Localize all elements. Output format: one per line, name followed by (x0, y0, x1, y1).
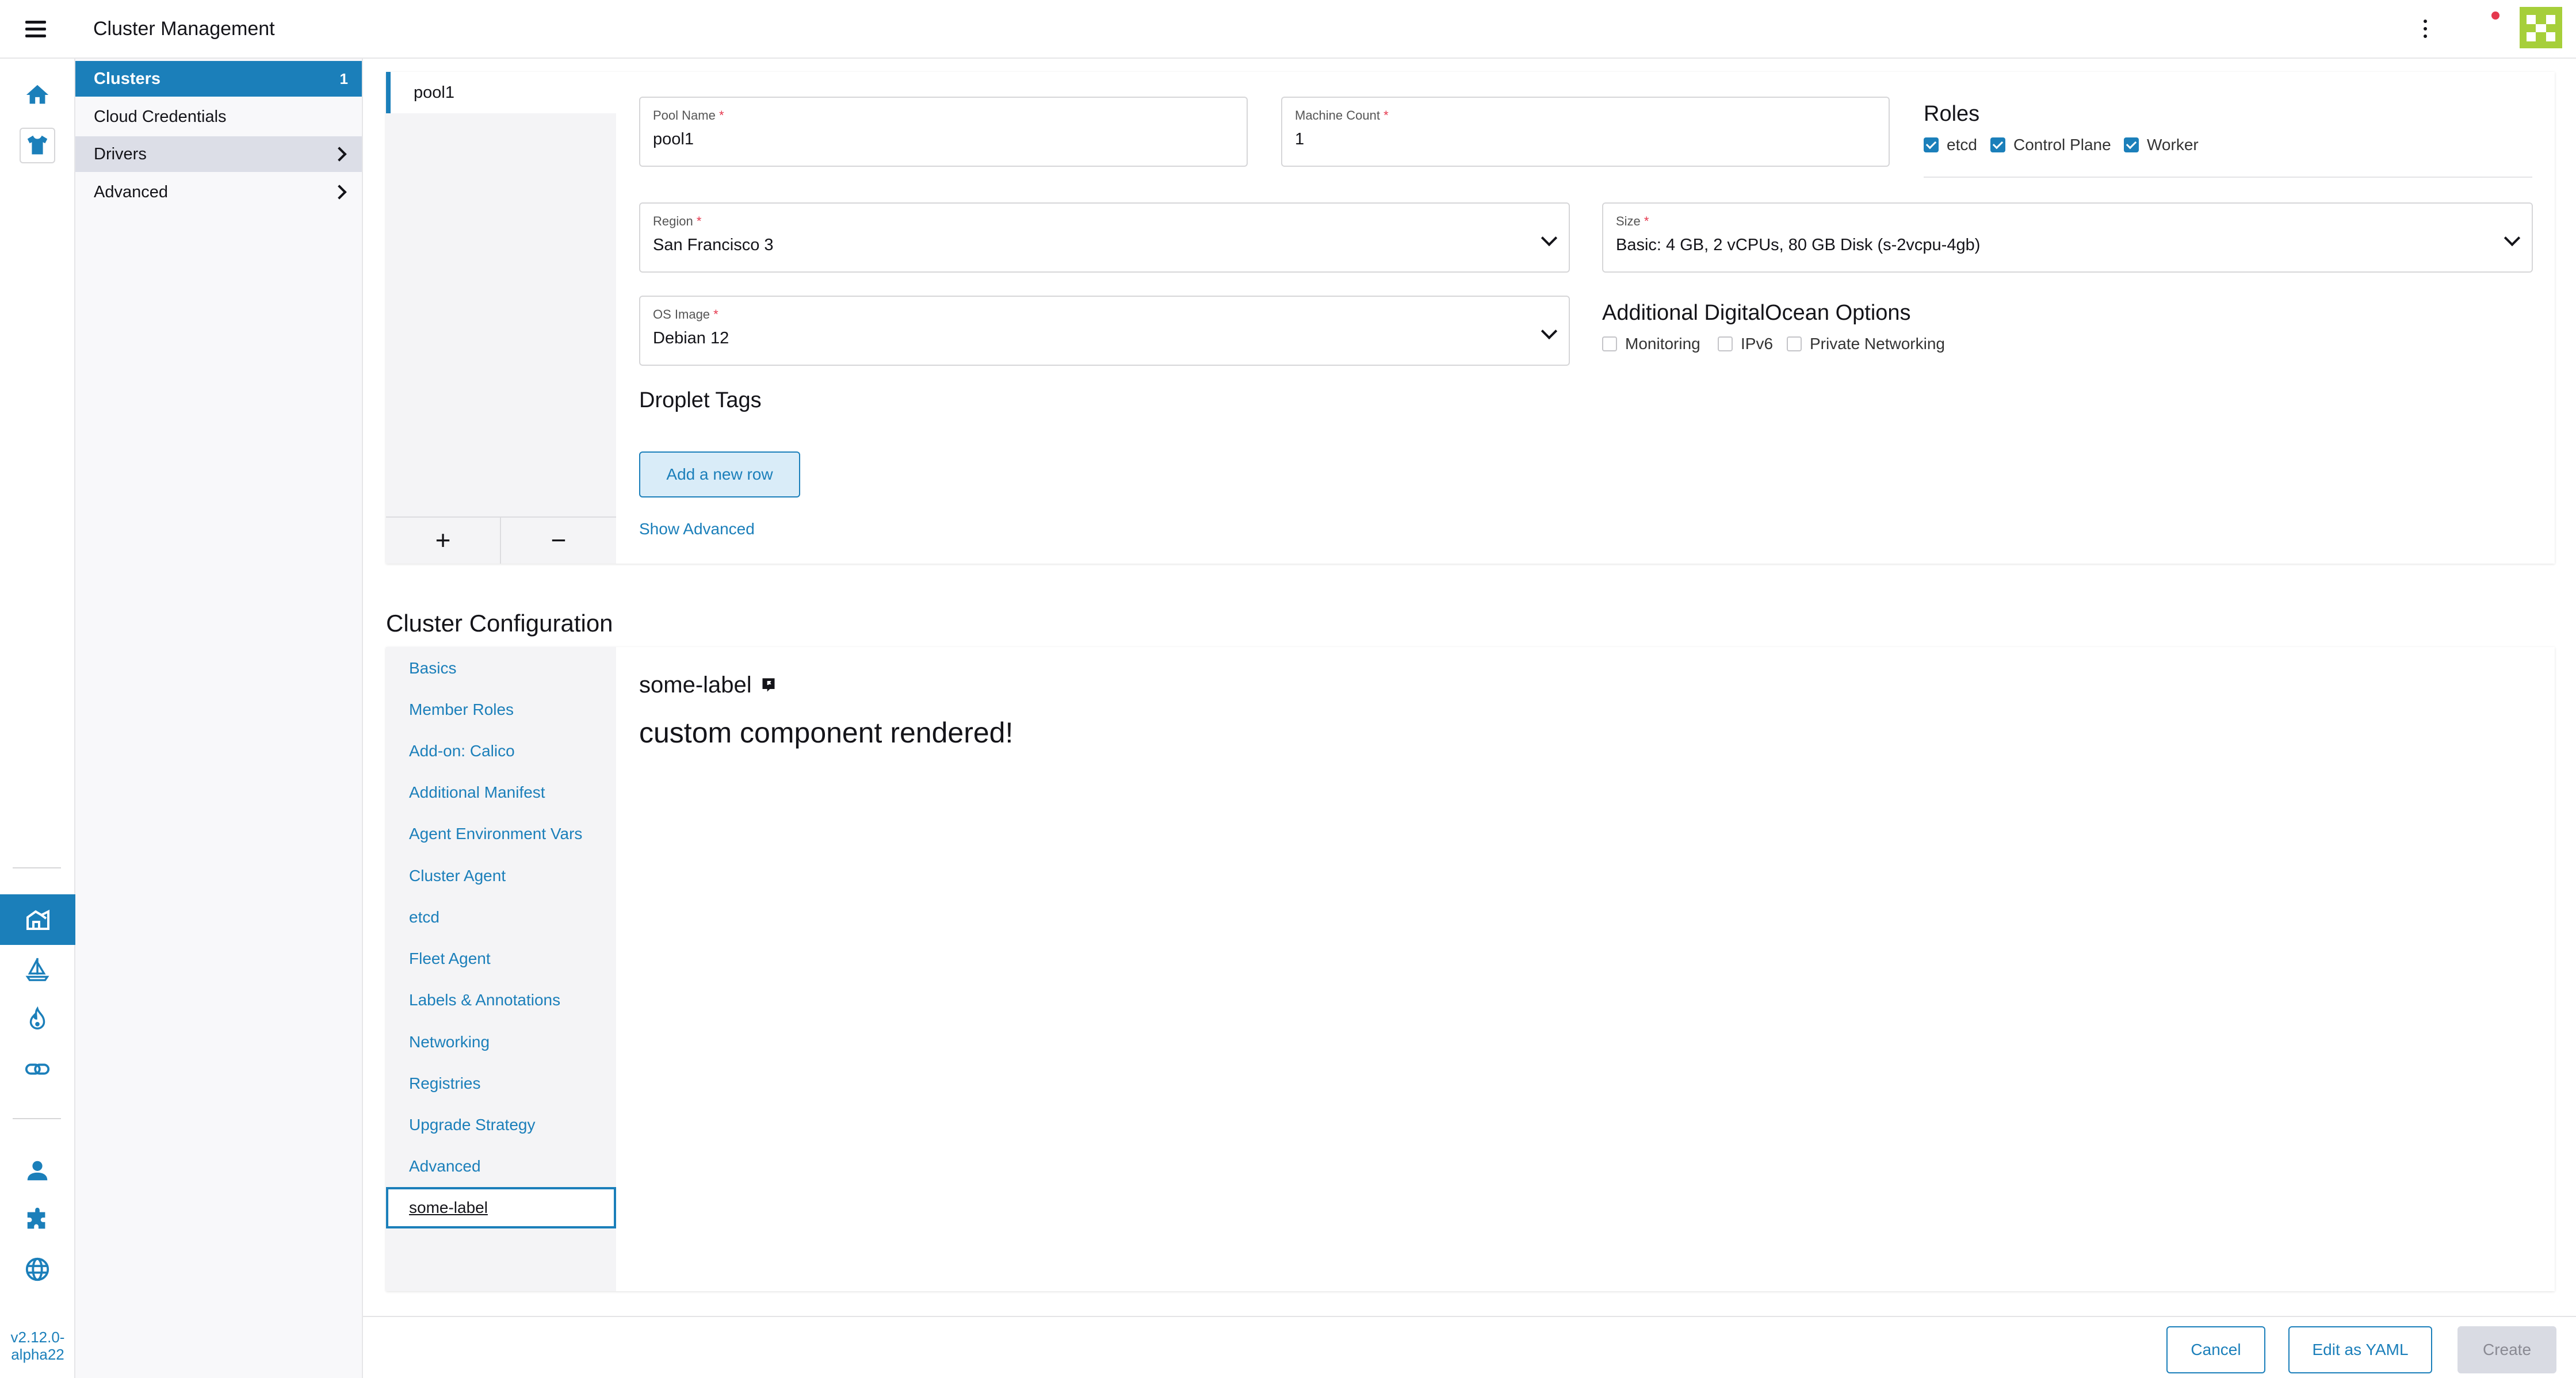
sidebar-item-label: Drivers (94, 145, 147, 163)
checkbox-checked-icon[interactable] (1924, 137, 1939, 152)
add-pool-button[interactable]: + (386, 516, 501, 564)
custom-component-text: custom component rendered! (639, 717, 1014, 749)
home-icon[interactable] (20, 77, 55, 113)
tab-some-label[interactable]: some-label (386, 1187, 616, 1228)
avatar[interactable] (2520, 7, 2562, 48)
checkbox-private-networking[interactable]: Private Networking (1787, 335, 1945, 353)
tab-pool1[interactable]: pool1 (386, 72, 616, 113)
notification-dot (2491, 12, 2499, 20)
chevron-right-icon (332, 147, 347, 162)
field-label: Region * (653, 214, 702, 228)
size-select[interactable]: Size * Basic: 4 GB, 2 vCPUs, 80 GB Disk … (1602, 202, 2533, 273)
shirt-icon[interactable] (20, 128, 55, 163)
footer-divider (363, 1316, 2576, 1317)
roles-title: Roles (1924, 102, 1980, 126)
checkbox-label: IPv6 (1741, 335, 1774, 353)
rail-divider (13, 1118, 61, 1119)
checkbox-monitoring[interactable]: Monitoring (1602, 335, 1700, 353)
chevron-down-icon (1541, 229, 1558, 247)
edit-as-yaml-button[interactable]: Edit as YAML (2288, 1326, 2432, 1373)
pool-tab-list (386, 72, 616, 564)
os-image-value: Debian 12 (653, 329, 729, 347)
cancel-button[interactable]: Cancel (2166, 1326, 2265, 1373)
droplet-tags-title: Droplet Tags (639, 388, 762, 412)
tab-registries[interactable]: Registries (409, 1073, 480, 1094)
region-value: San Francisco 3 (653, 236, 774, 254)
os-image-select[interactable]: OS Image * Debian 12 (639, 296, 1570, 366)
cluster-management-icon[interactable] (0, 894, 75, 945)
flame-icon[interactable] (20, 1002, 55, 1038)
sidebar-item-label: Advanced (94, 183, 168, 201)
checkbox-ipv6[interactable]: IPv6 (1718, 335, 1773, 353)
chevron-down-icon (1541, 323, 1558, 340)
machine-count-value: 1 (1295, 130, 1305, 148)
field-label: Size * (1616, 214, 1649, 228)
region-select[interactable]: Region * San Francisco 3 (639, 202, 1570, 273)
tab-etcd[interactable]: etcd (409, 907, 439, 928)
checkbox-control-plane[interactable]: Control Plane (1990, 136, 2111, 154)
checkbox-unchecked-icon[interactable] (1718, 336, 1733, 351)
field-label: Machine Count * (1295, 108, 1389, 123)
puzzle-icon[interactable] (20, 1202, 55, 1238)
remove-pool-button[interactable]: − (501, 516, 616, 564)
checkbox-label: Control Plane (2013, 136, 2111, 154)
sidebar-item-label: Cloud Credentials (94, 108, 227, 126)
sailboat-icon[interactable] (20, 951, 55, 987)
page-title: Cluster Management (93, 18, 275, 40)
content-label: some-label (639, 672, 752, 698)
tab-labels-annotations[interactable]: Labels & Annotations (409, 990, 560, 1010)
add-row-button[interactable]: Add a new row (639, 451, 800, 497)
field-label: OS Image * (653, 307, 718, 321)
tab-fleet-agent[interactable]: Fleet Agent (409, 948, 491, 969)
sidebar-item-advanced[interactable]: Advanced (75, 174, 362, 210)
kebab-menu-icon[interactable] (2414, 14, 2437, 44)
pool-name-field[interactable]: Pool Name * pool1 (639, 97, 1248, 167)
tab-addon-calico[interactable]: Add-on: Calico (409, 741, 515, 761)
tab-networking[interactable]: Networking (409, 1032, 490, 1052)
checkbox-label: Private Networking (1810, 335, 1945, 353)
additional-options-title: Additional DigitalOcean Options (1602, 301, 1911, 325)
chevron-down-icon (2504, 229, 2521, 247)
rail-divider (13, 867, 61, 868)
checkbox-checked-icon[interactable] (1990, 137, 2005, 152)
tab-member-roles[interactable]: Member Roles (409, 699, 514, 720)
top-header (0, 0, 2576, 59)
hamburger-menu-icon[interactable] (17, 16, 54, 43)
checkbox-label: Worker (2147, 136, 2199, 154)
pool-name-value: pool1 (653, 130, 694, 148)
tab-upgrade-strategy[interactable]: Upgrade Strategy (409, 1115, 535, 1135)
globe-icon[interactable] (20, 1251, 55, 1287)
create-button[interactable]: Create (2457, 1326, 2556, 1373)
tab-basics[interactable]: Basics (409, 658, 456, 679)
count-badge: 1 (339, 70, 348, 87)
chain-link-icon[interactable] (20, 1051, 55, 1087)
checkbox-unchecked-icon[interactable] (1787, 336, 1802, 351)
version-label[interactable]: v2.12.0-alpha22 (0, 1329, 75, 1363)
checkbox-unchecked-icon[interactable] (1602, 336, 1617, 351)
tab-label: some-label (409, 1199, 488, 1216)
side-nav: Clusters 1 Cloud Credentials Drivers Adv… (75, 59, 363, 1378)
tab-advanced[interactable]: Advanced (409, 1156, 481, 1177)
sidebar-item-cloud-credentials[interactable]: Cloud Credentials (75, 99, 362, 135)
field-label: Pool Name * (653, 108, 724, 123)
sidebar-item-drivers[interactable]: Drivers (75, 136, 362, 172)
tab-cluster-agent[interactable]: Cluster Agent (409, 866, 506, 886)
size-value: Basic: 4 GB, 2 vCPUs, 80 GB Disk (s-2vcp… (1616, 236, 1981, 254)
divider (1924, 177, 2532, 178)
checkbox-label: Monitoring (1625, 335, 1700, 353)
checkbox-checked-icon[interactable] (2124, 137, 2139, 152)
sidebar-item-clusters[interactable]: Clusters 1 (75, 61, 362, 97)
user-icon[interactable] (20, 1153, 55, 1188)
tab-additional-manifest[interactable]: Additional Manifest (409, 782, 545, 803)
tab-agent-env-vars[interactable]: Agent Environment Vars (409, 824, 582, 844)
cluster-configuration-title: Cluster Configuration (386, 610, 613, 637)
chevron-right-icon (332, 185, 347, 200)
checkbox-worker[interactable]: Worker (2124, 136, 2199, 154)
sidebar-item-label: Clusters (94, 70, 161, 88)
machine-count-field[interactable]: Machine Count * 1 (1281, 97, 1890, 167)
checkbox-label: etcd (1947, 136, 1977, 154)
show-advanced-link[interactable]: Show Advanced (639, 520, 755, 538)
checkbox-etcd[interactable]: etcd (1924, 136, 1977, 154)
flag-icon (760, 676, 777, 694)
